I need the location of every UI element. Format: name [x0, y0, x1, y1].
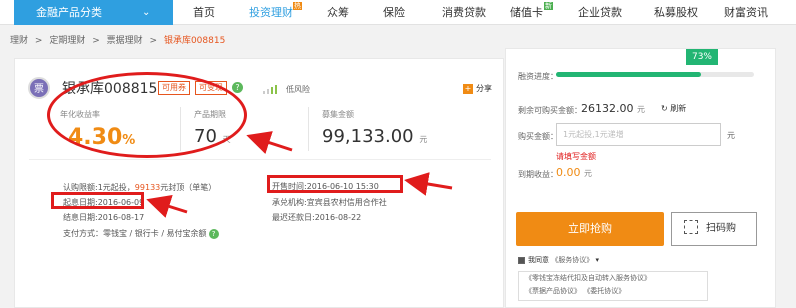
nav-item-home[interactable]: 首页: [193, 0, 215, 25]
annotation-box: [267, 175, 403, 193]
nav-item-investment[interactable]: 投资理财: [249, 0, 293, 25]
chevron-down-icon: ⌄: [142, 7, 151, 18]
progress-fill: [556, 72, 701, 77]
remain-unit: 元: [637, 105, 645, 114]
scan-buy-button[interactable]: 扫码购: [671, 212, 757, 246]
progress-label: 融资进度：: [518, 72, 558, 81]
min-invest-text: 认购限额:1元起投，: [63, 183, 135, 192]
nav-item-insurance[interactable]: 保险: [383, 0, 405, 25]
nav-item-label: 投资理财: [249, 6, 293, 19]
income-label: 到期收益：: [518, 170, 558, 179]
breadcrumb-item[interactable]: 定期理财: [49, 33, 85, 46]
remain-amount: 26132.00 元: [581, 102, 645, 115]
breadcrumb: 理财 > 定期理财 > 票据理财 > 银承库008815: [10, 33, 229, 49]
category-menu[interactable]: 金融产品分类 ⌄: [14, 0, 173, 25]
agreement-row: 我同意 《服务协议》 ▾: [518, 255, 599, 265]
breadcrumb-item[interactable]: 理财: [10, 33, 28, 46]
purchase-panel: 73% 融资进度： 剩余可购买金额： 26132.00 元 ↻ 刷新 购买金额：…: [505, 48, 776, 308]
repay-date: 最迟还款日:2016-08-22: [272, 213, 362, 222]
income-unit: 元: [584, 169, 592, 178]
payment-text: 支付方式：零钱宝 / 银行卡 / 易付宝余额: [63, 229, 207, 238]
limit-suffix: 元封顶（单笔）: [160, 183, 217, 192]
buy-now-button[interactable]: 立即抢购: [516, 212, 664, 246]
agree-text: 我同意: [528, 256, 549, 264]
help-icon[interactable]: ?: [232, 82, 243, 93]
agreement-link[interactable]: 《零钱宝冻结代扣及自动转入服务协议》: [519, 272, 707, 285]
remain-value: 26132.00: [581, 102, 634, 115]
new-badge: 新: [544, 2, 553, 10]
nav-item-private-equity[interactable]: 私募股权: [654, 0, 698, 25]
breadcrumb-separator: >: [34, 36, 43, 46]
nav-item-stored-card[interactable]: 储值卡: [510, 0, 543, 25]
plus-icon: +: [463, 84, 473, 94]
divider: [308, 107, 309, 151]
refresh-button[interactable]: ↻ 刷新: [661, 103, 686, 114]
amount-label: 募集金额: [322, 110, 354, 119]
share-label: 分享: [476, 84, 492, 93]
buy-amount-input[interactable]: 1元起投,1元递增: [556, 123, 721, 146]
agree-checkbox[interactable]: [518, 256, 525, 264]
end-date: 结息日期:2016-08-17: [63, 213, 145, 222]
amount-value: 99,133.00 元: [322, 126, 427, 147]
breadcrumb-separator: >: [92, 36, 100, 46]
scan-buy-label: 扫码购: [706, 223, 736, 234]
breadcrumb-current: 银承库008815: [163, 36, 226, 46]
nav-item-wealth-news[interactable]: 财富资讯: [724, 0, 768, 25]
issuer: 承兑机构:宜宾县农村信用合作社: [272, 198, 387, 207]
divider: [29, 159, 491, 160]
nav-item-crowdfunding[interactable]: 众筹: [327, 0, 349, 25]
risk-level-icon: [263, 84, 283, 94]
service-agreement-link[interactable]: 《服务协议》: [551, 256, 593, 264]
amount-unit: 元: [419, 135, 428, 144]
amount-number: 99,133.00: [322, 126, 414, 147]
progress-percent: 73%: [686, 49, 718, 65]
qr-code-icon: [684, 220, 698, 234]
limit-value: 99133: [134, 183, 161, 192]
annotation-box: [51, 192, 144, 209]
agreements-dropdown: 《零钱宝冻结代扣及自动转入服务协议》 《票据产品协议》 《委托协议》: [518, 271, 708, 301]
bill-icon: 票: [28, 77, 50, 99]
risk-label: 低风险: [286, 85, 310, 94]
nav-item-enterprise-loan[interactable]: 企业贷款: [578, 0, 622, 25]
breadcrumb-item[interactable]: 票据理财: [107, 33, 143, 46]
remain-label: 剩余可购买金额：: [518, 106, 582, 115]
nav-item-consumer-loan[interactable]: 消费贷款: [442, 0, 486, 25]
help-icon[interactable]: ?: [208, 229, 219, 239]
dropdown-icon[interactable]: ▾: [595, 256, 599, 264]
refresh-label: 刷新: [670, 104, 687, 113]
breadcrumb-separator: >: [149, 36, 158, 46]
progress-bar: [556, 72, 754, 77]
category-label: 金融产品分类: [36, 6, 102, 19]
payment-methods: 支付方式：零钱宝 / 银行卡 / 易付宝余额?: [63, 228, 219, 239]
hot-badge: 热: [293, 2, 302, 10]
income-value: 0.00: [556, 166, 581, 179]
annotation-ellipse: [47, 72, 247, 158]
share-button[interactable]: + 分享: [463, 83, 492, 94]
buy-unit: 元: [727, 131, 735, 140]
top-nav: 金融产品分类 ⌄ 首页 投资理财 热 众筹 保险 消费贷款 储值卡 新 企业贷款…: [0, 0, 796, 25]
error-message: 请填写金额: [556, 152, 596, 161]
agreement-link[interactable]: 《票据产品协议》 《委托协议》: [519, 285, 707, 298]
buy-amount-label: 购买金额：: [518, 132, 558, 141]
refresh-icon: ↻: [661, 104, 668, 113]
income-amount: 0.00 元: [556, 166, 592, 179]
